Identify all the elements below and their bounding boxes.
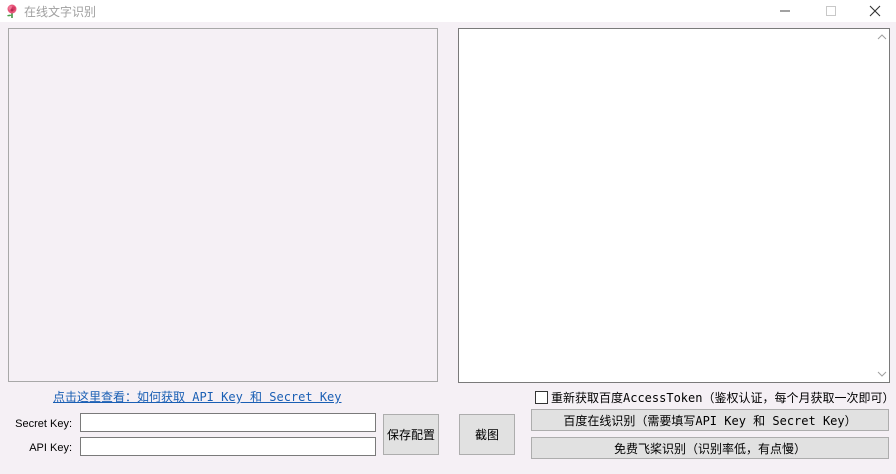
refresh-token-checkbox-row[interactable]: 重新获取百度AccessToken（鉴权认证，每个月获取一次即可）	[535, 389, 894, 406]
baidu-ocr-button[interactable]: 百度在线识别（需要填写API Key 和 Secret Key）	[531, 409, 889, 431]
api-key-label: API Key:	[29, 442, 72, 454]
secret-key-label: Secret Key:	[15, 418, 72, 430]
api-key-input[interactable]	[80, 437, 376, 456]
close-icon	[869, 5, 881, 17]
window-title: 在线文字识别	[24, 5, 97, 19]
refresh-token-checkbox[interactable]	[535, 391, 548, 404]
screenshot-button[interactable]: 截图	[459, 414, 515, 455]
image-preview-panel	[8, 28, 438, 382]
minimize-icon	[780, 10, 790, 12]
scroll-up-icon[interactable]	[877, 33, 887, 41]
rose-icon	[7, 4, 17, 18]
maximize-icon	[826, 6, 836, 16]
scroll-down-icon[interactable]	[877, 370, 887, 378]
title-bar: 在线文字识别	[0, 0, 896, 22]
maximize-button[interactable]	[808, 0, 854, 22]
secret-key-input[interactable]	[80, 413, 376, 432]
help-link[interactable]: 点击这里查看：如何获取 API Key 和 Secret Key	[53, 388, 342, 405]
close-button[interactable]	[852, 0, 896, 22]
result-text-area[interactable]	[458, 28, 890, 383]
paddle-ocr-button[interactable]: 免费飞桨识别（识别率低，有点慢）	[531, 437, 889, 459]
refresh-token-label: 重新获取百度AccessToken（鉴权认证，每个月获取一次即可）	[551, 391, 895, 405]
save-config-button[interactable]: 保存配置	[383, 414, 439, 455]
minimize-button[interactable]	[762, 0, 808, 22]
